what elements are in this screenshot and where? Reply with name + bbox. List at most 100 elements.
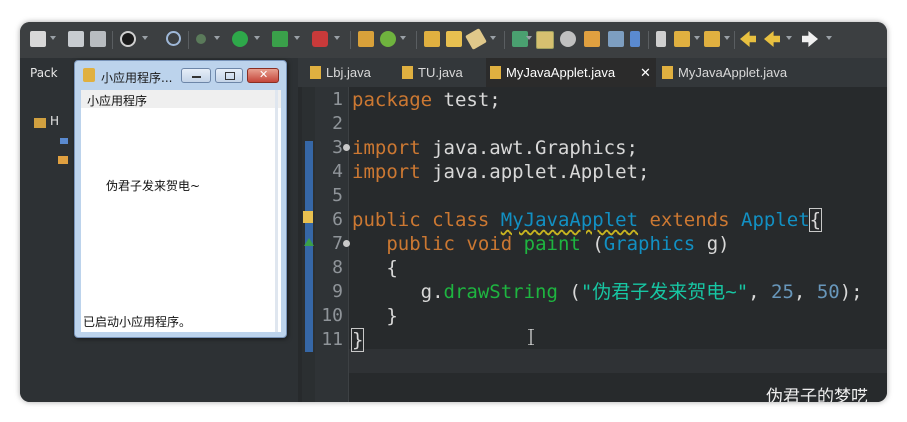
open-type-icon[interactable] xyxy=(424,31,440,47)
tab-myjavaapplet-java-active[interactable]: MyJavaApplet.java ✕ xyxy=(486,58,656,87)
package-explorer-tab[interactable]: Pack xyxy=(30,66,58,80)
method-name: paint xyxy=(523,233,581,255)
back-icon[interactable] xyxy=(764,31,780,47)
close-tab-icon[interactable]: ✕ xyxy=(640,58,651,87)
class-dropdown-arrow[interactable] xyxy=(400,36,406,40)
pencil-dropdown-arrow[interactable] xyxy=(490,36,496,40)
minimize-button[interactable] xyxy=(181,68,211,83)
applet-viewer-window[interactable]: 小应用程序... ✕ 小应用程序 伪君子发来贺电~ 已启动小应用程序。 xyxy=(74,60,287,338)
debug-icon[interactable] xyxy=(196,34,206,44)
project-label[interactable]: H xyxy=(50,114,59,128)
line-number: 1 xyxy=(332,89,343,110)
project-icon[interactable] xyxy=(34,118,46,128)
fold-toggle-icon[interactable] xyxy=(343,144,350,151)
fold-toggle-icon[interactable] xyxy=(343,240,350,247)
run-dropdown-arrow[interactable] xyxy=(254,36,260,40)
block-selection-icon[interactable] xyxy=(608,31,624,47)
code-line-4[interactable]: import java.applet.Applet; xyxy=(352,160,882,184)
save-icon[interactable] xyxy=(68,31,84,47)
applet-menu[interactable]: 小应用程序 xyxy=(87,92,147,109)
tools-dropdown-arrow[interactable] xyxy=(334,36,340,40)
toolbar-separator xyxy=(188,31,189,49)
string-literal: "伪君子发来贺电~" xyxy=(580,281,749,303)
java-file-icon xyxy=(662,66,673,79)
external-tools-icon[interactable] xyxy=(312,31,328,47)
back-dropdown-arrow[interactable] xyxy=(786,36,792,40)
text-cursor-icon xyxy=(528,329,534,345)
debug-dropdown-arrow[interactable] xyxy=(214,36,220,40)
toolbar-separator xyxy=(734,31,735,49)
prev-dropdown-arrow[interactable] xyxy=(724,36,730,40)
new-dropdown-arrow[interactable] xyxy=(50,36,56,40)
up-arrow-icon[interactable] xyxy=(704,31,720,47)
tab-label: MyJavaApplet.java xyxy=(678,65,788,80)
keyword: void xyxy=(466,233,513,255)
close-button[interactable]: ✕ xyxy=(247,68,279,83)
code-line-11[interactable]: } xyxy=(350,328,882,352)
search-dropdown-arrow[interactable] xyxy=(526,36,532,40)
keyword: class xyxy=(432,209,490,231)
java-file-icon xyxy=(490,66,501,79)
code-line-1[interactable]: package test; xyxy=(352,88,882,112)
line-number: 8 xyxy=(332,257,343,278)
line-number: 2 xyxy=(332,113,343,134)
range-indicator xyxy=(305,141,313,352)
new-package-icon[interactable] xyxy=(358,31,374,47)
skip-breakpoints-icon[interactable] xyxy=(166,31,181,46)
user-icon[interactable] xyxy=(120,31,136,47)
watermark: 伪君子的梦呓 xyxy=(766,387,868,402)
line-number: 7 xyxy=(332,233,343,254)
forward-icon[interactable] xyxy=(802,31,818,47)
override-marker-icon[interactable] xyxy=(304,238,314,246)
code-line-10[interactable]: } xyxy=(352,304,882,328)
code-line-8[interactable]: { xyxy=(352,256,882,280)
toolbar-separator xyxy=(416,31,417,49)
line-number: 3 xyxy=(332,137,343,158)
jre-icon[interactable] xyxy=(60,138,68,144)
save-all-icon[interactable] xyxy=(90,31,106,47)
method-call: drawString xyxy=(443,281,558,303)
tab-tu-java[interactable]: TU.java xyxy=(398,58,476,87)
tab-lbj-java[interactable]: Lbj.java xyxy=(306,58,386,87)
main-toolbar xyxy=(20,22,887,59)
src-folder-icon[interactable] xyxy=(58,156,68,164)
down-arrow-icon[interactable] xyxy=(674,31,690,47)
tab-label: TU.java xyxy=(418,65,463,80)
code-text: } xyxy=(386,305,398,327)
run-icon[interactable] xyxy=(232,31,248,47)
last-edit-icon[interactable] xyxy=(740,31,756,47)
java-file-icon xyxy=(402,66,413,79)
tab-myjavaapplet-java[interactable]: MyJavaApplet.java xyxy=(658,58,798,87)
line-number: 4 xyxy=(332,161,343,182)
new-file-icon[interactable] xyxy=(30,31,46,47)
code-editor[interactable]: 1 2 3 4 5 6 7 8 9 10 11 package test; im… xyxy=(298,87,887,402)
next-dropdown-arrow[interactable] xyxy=(694,36,700,40)
pencil-icon[interactable] xyxy=(465,28,487,50)
show-whitespace-icon[interactable] xyxy=(630,31,640,47)
toggle-breadcrumb-icon[interactable] xyxy=(560,31,576,47)
annotation-icon[interactable] xyxy=(584,31,600,47)
status-bar-text: 已启动小应用程序。 xyxy=(83,315,192,329)
toolbar-separator xyxy=(350,31,351,49)
code-line-3[interactable]: import java.awt.Graphics; xyxy=(352,136,882,160)
warning-marker-icon[interactable] xyxy=(303,211,313,223)
external-dropdown-arrow[interactable] xyxy=(294,36,300,40)
code-text: test; xyxy=(432,89,501,111)
new-class-icon[interactable] xyxy=(380,31,396,47)
maximize-button[interactable] xyxy=(215,68,243,83)
code-line-7[interactable]: public void paint (Graphics g) xyxy=(352,232,882,256)
code-line-6[interactable]: public class MyJavaApplet extends Applet… xyxy=(352,208,882,232)
keyword: import xyxy=(352,137,421,159)
line-number: 10 xyxy=(321,305,343,326)
user-dropdown-arrow[interactable] xyxy=(142,36,148,40)
code-line-9[interactable]: g.drawString ("伪君子发来贺电~", 25, 50); xyxy=(352,280,882,304)
open-task-icon[interactable] xyxy=(446,31,462,47)
run-external-icon[interactable] xyxy=(272,31,288,47)
mark-occurrences-icon[interactable] xyxy=(536,31,554,49)
code-text: , xyxy=(748,281,772,303)
minimize-icon xyxy=(192,76,201,78)
java-icon xyxy=(83,68,95,82)
next-annotation-icon[interactable] xyxy=(656,31,666,47)
forward-dropdown-arrow[interactable] xyxy=(826,36,832,40)
matching-brace: { xyxy=(808,208,823,232)
